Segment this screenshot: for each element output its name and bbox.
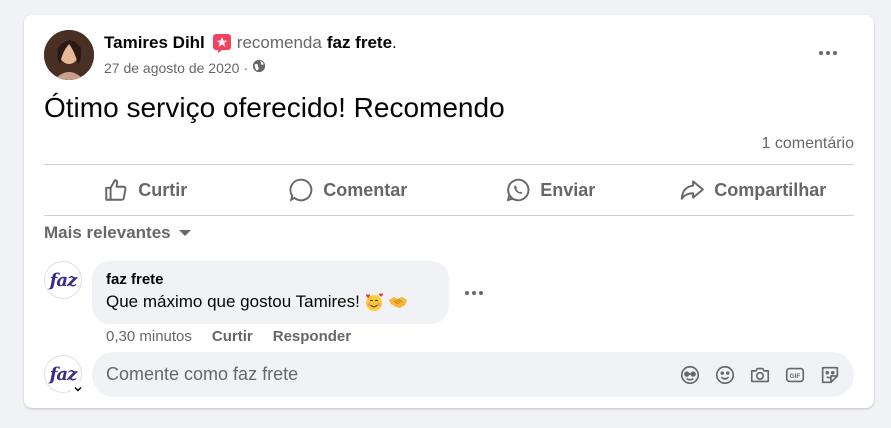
handshake-icon bbox=[388, 292, 408, 312]
avatar-sticker-icon[interactable] bbox=[678, 363, 702, 387]
comment-like-link[interactable]: Curtir bbox=[212, 328, 253, 345]
share-arrow-icon bbox=[680, 180, 705, 200]
share-label: Compartilhar bbox=[714, 179, 827, 200]
comment-sort-label: Mais relevantes bbox=[44, 223, 171, 242]
divider bbox=[44, 215, 854, 216]
sticker-icon[interactable] bbox=[818, 363, 842, 387]
comment-button[interactable]: Comentar bbox=[247, 165, 450, 215]
comment-sort-dropdown[interactable]: Mais relevantes bbox=[44, 223, 191, 243]
post-actions-bar: Curtir Comentar Enviar Compartilhar bbox=[44, 165, 854, 215]
more-dot bbox=[826, 51, 830, 55]
smiling-face-with-hearts-icon bbox=[364, 292, 384, 312]
svg-text:GIF: GIF bbox=[790, 373, 801, 380]
comment-label: Comentar bbox=[323, 179, 408, 200]
comment-time[interactable]: 0,30 minutos bbox=[106, 328, 192, 345]
comment-options-button[interactable] bbox=[460, 285, 488, 301]
comment-bubble: faz frete Que máximo que gostou Tamires! bbox=[92, 261, 449, 324]
header-period: . bbox=[392, 33, 397, 52]
account-switch-chevron-icon[interactable] bbox=[71, 382, 85, 396]
post-options-button[interactable] bbox=[810, 39, 846, 67]
gif-icon[interactable]: GIF bbox=[783, 363, 807, 387]
send-label: Enviar bbox=[540, 179, 596, 200]
globe-icon bbox=[252, 59, 266, 76]
comment-author[interactable]: faz frete bbox=[106, 271, 435, 288]
comment-count-link[interactable]: 1 comentário bbox=[762, 135, 855, 153]
meta-separator: · bbox=[243, 59, 249, 76]
post-card: Tamires Dihl recomenda faz frete . 27 de… bbox=[24, 15, 874, 408]
share-button[interactable]: Compartilhar bbox=[652, 165, 855, 215]
post-header: Tamires Dihl recomenda faz frete . bbox=[104, 33, 397, 53]
commenter-avatar[interactable]: faz bbox=[44, 261, 82, 299]
faz-frete-logo: faz bbox=[49, 269, 78, 291]
whatsapp-icon bbox=[506, 178, 530, 202]
more-dot bbox=[819, 51, 823, 55]
caret-down-icon bbox=[178, 230, 191, 236]
like-button[interactable]: Curtir bbox=[44, 165, 247, 215]
author-name[interactable]: Tamires Dihl bbox=[104, 33, 205, 53]
comment-input[interactable] bbox=[106, 352, 666, 397]
composer-icons: GIF bbox=[667, 363, 842, 387]
more-dot bbox=[833, 51, 837, 55]
comment-bubble-icon bbox=[289, 178, 313, 202]
comment-composer: GIF bbox=[92, 352, 854, 397]
like-label: Curtir bbox=[138, 179, 188, 200]
emoji-icon[interactable] bbox=[713, 363, 737, 387]
comment-meta: 0,30 minutos Curtir Responder bbox=[106, 328, 351, 345]
comment-reply-link[interactable]: Responder bbox=[273, 328, 351, 345]
comment-text: Que máximo que gostou Tamires! bbox=[106, 292, 360, 311]
thumbs-up-icon bbox=[105, 179, 127, 201]
recommended-page-name[interactable]: faz frete bbox=[327, 33, 392, 53]
post-date[interactable]: 27 de agosto de 2020 bbox=[104, 60, 239, 76]
post-meta: 27 de agosto de 2020 · bbox=[104, 59, 266, 76]
send-button[interactable]: Enviar bbox=[449, 165, 652, 215]
post-text: Ótimo serviço oferecido! Recomendo bbox=[44, 92, 505, 123]
more-dot bbox=[472, 291, 476, 295]
more-dot bbox=[465, 291, 469, 295]
faz-frete-logo: faz bbox=[49, 363, 78, 385]
recommends-text: recomenda bbox=[236, 33, 322, 52]
more-dot bbox=[479, 291, 483, 295]
camera-icon[interactable] bbox=[748, 363, 772, 387]
author-avatar[interactable] bbox=[44, 30, 94, 80]
recommend-badge-icon bbox=[212, 33, 232, 53]
comment-text-row: Que máximo que gostou Tamires! bbox=[106, 292, 435, 312]
